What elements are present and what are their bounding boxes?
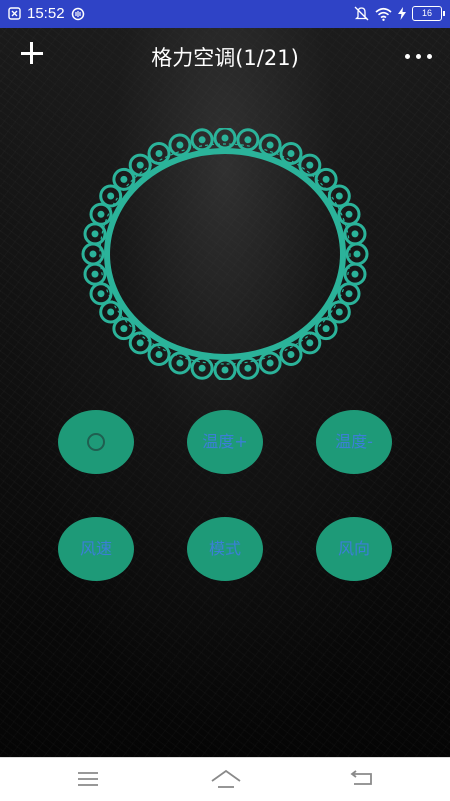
lace-scallops [81,128,369,380]
power-icon [87,433,105,451]
title-bar: 格力空调(1/21) [0,28,450,84]
power-button[interactable] [58,410,134,474]
battery-icon: 16 [412,6,445,21]
battery-level: 16 [421,8,432,18]
menu-icon[interactable] [77,769,99,789]
dot [416,54,421,59]
home-icon[interactable] [210,769,242,791]
system-nav-bar [0,757,450,801]
back-icon[interactable] [350,769,374,789]
dot [405,54,410,59]
page-title: 格力空调(1/21) [151,46,299,70]
charging-icon [398,7,406,20]
dot [427,54,432,59]
more-dots-icon[interactable] [405,54,432,59]
lace-frame [81,128,369,380]
fan-speed-button[interactable]: 风速 [58,517,134,581]
status-bar: 15:52 16 [0,0,450,28]
app-notification-icon [8,7,21,20]
wind-direction-button[interactable]: 风向 [316,517,392,581]
mode-button[interactable]: 模式 [187,517,263,581]
wifi-icon [375,7,392,21]
status-time: 15:52 [27,5,65,22]
temp-down-button[interactable]: 温度- [316,410,392,474]
mute-icon [354,6,369,21]
temp-up-button[interactable]: 温度+ [187,410,263,474]
data-saver-icon [71,7,84,20]
